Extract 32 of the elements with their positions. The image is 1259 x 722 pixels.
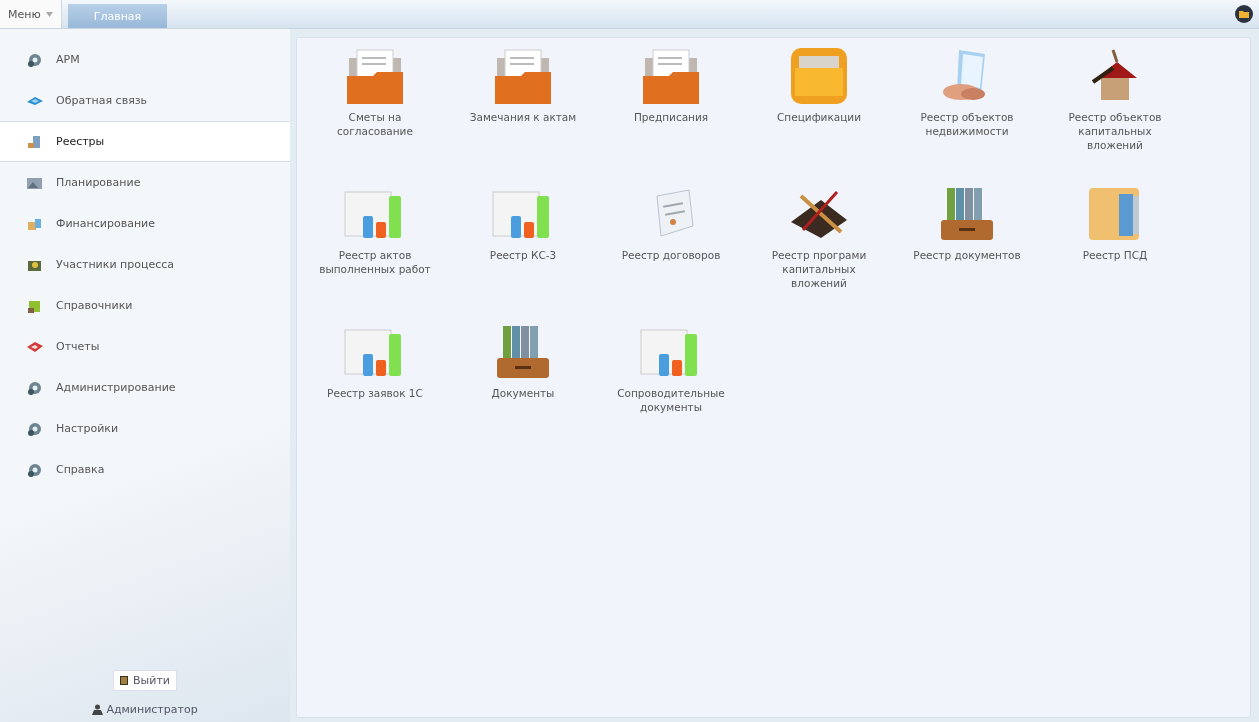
shortcut-tile[interactable]: Реестр програми капитальных вложений bbox=[745, 186, 893, 316]
shortcut-tile[interactable]: Спецификации bbox=[745, 48, 893, 178]
sidebar-item[interactable]: Реестры bbox=[0, 121, 290, 162]
sidebar-item[interactable]: Настройки bbox=[0, 408, 290, 449]
sidebar-item[interactable]: Отчеты bbox=[0, 326, 290, 367]
shortcut-tile[interactable]: Предписания bbox=[597, 48, 745, 178]
shortcut-tile[interactable]: Реестр актов выполненных работ bbox=[301, 186, 449, 316]
shortcut-tile[interactable]: Реестр договоров bbox=[597, 186, 745, 316]
sidebar-item[interactable]: Справочники bbox=[0, 285, 290, 326]
caret-icon bbox=[45, 11, 53, 17]
shortcut-tile[interactable]: Реестр ПСД bbox=[1041, 186, 1189, 316]
sidebar-item[interactable]: Администрирование bbox=[0, 367, 290, 408]
shortcut-tile[interactable]: Реестр объектов недвижимости bbox=[893, 48, 1041, 178]
sidebar-item[interactable]: Обратная связь bbox=[0, 80, 290, 121]
shortcut-tile[interactable]: Реестр КС-3 bbox=[449, 186, 597, 316]
shortcut-tile[interactable]: Реестр заявок 1С bbox=[301, 324, 449, 454]
folder-icon[interactable] bbox=[1235, 5, 1253, 23]
shortcut-tile[interactable]: Сопроводительные документы bbox=[597, 324, 745, 454]
shortcut-tile[interactable]: Сметы на согласование bbox=[301, 48, 449, 178]
user-name: Администратор bbox=[106, 703, 198, 716]
sidebar-item[interactable]: Финансирование bbox=[0, 203, 290, 244]
sidebar-item[interactable]: Участники процесса bbox=[0, 244, 290, 285]
user-icon bbox=[92, 704, 104, 715]
logout-button[interactable]: Выйти bbox=[113, 670, 177, 691]
menu-button[interactable]: Меню bbox=[0, 0, 62, 28]
sidebar-item[interactable]: Справка bbox=[0, 449, 290, 490]
sidebar-item[interactable]: АРМ bbox=[0, 39, 290, 80]
shortcut-tile[interactable]: Реестр документов bbox=[893, 186, 1041, 316]
shortcut-tile[interactable]: Документы bbox=[449, 324, 597, 454]
shortcut-tile[interactable]: Реестр объектов капитальных вложений bbox=[1041, 48, 1189, 178]
shortcut-tile[interactable]: Замечания к актам bbox=[449, 48, 597, 178]
sidebar-item[interactable]: Планирование bbox=[0, 162, 290, 203]
